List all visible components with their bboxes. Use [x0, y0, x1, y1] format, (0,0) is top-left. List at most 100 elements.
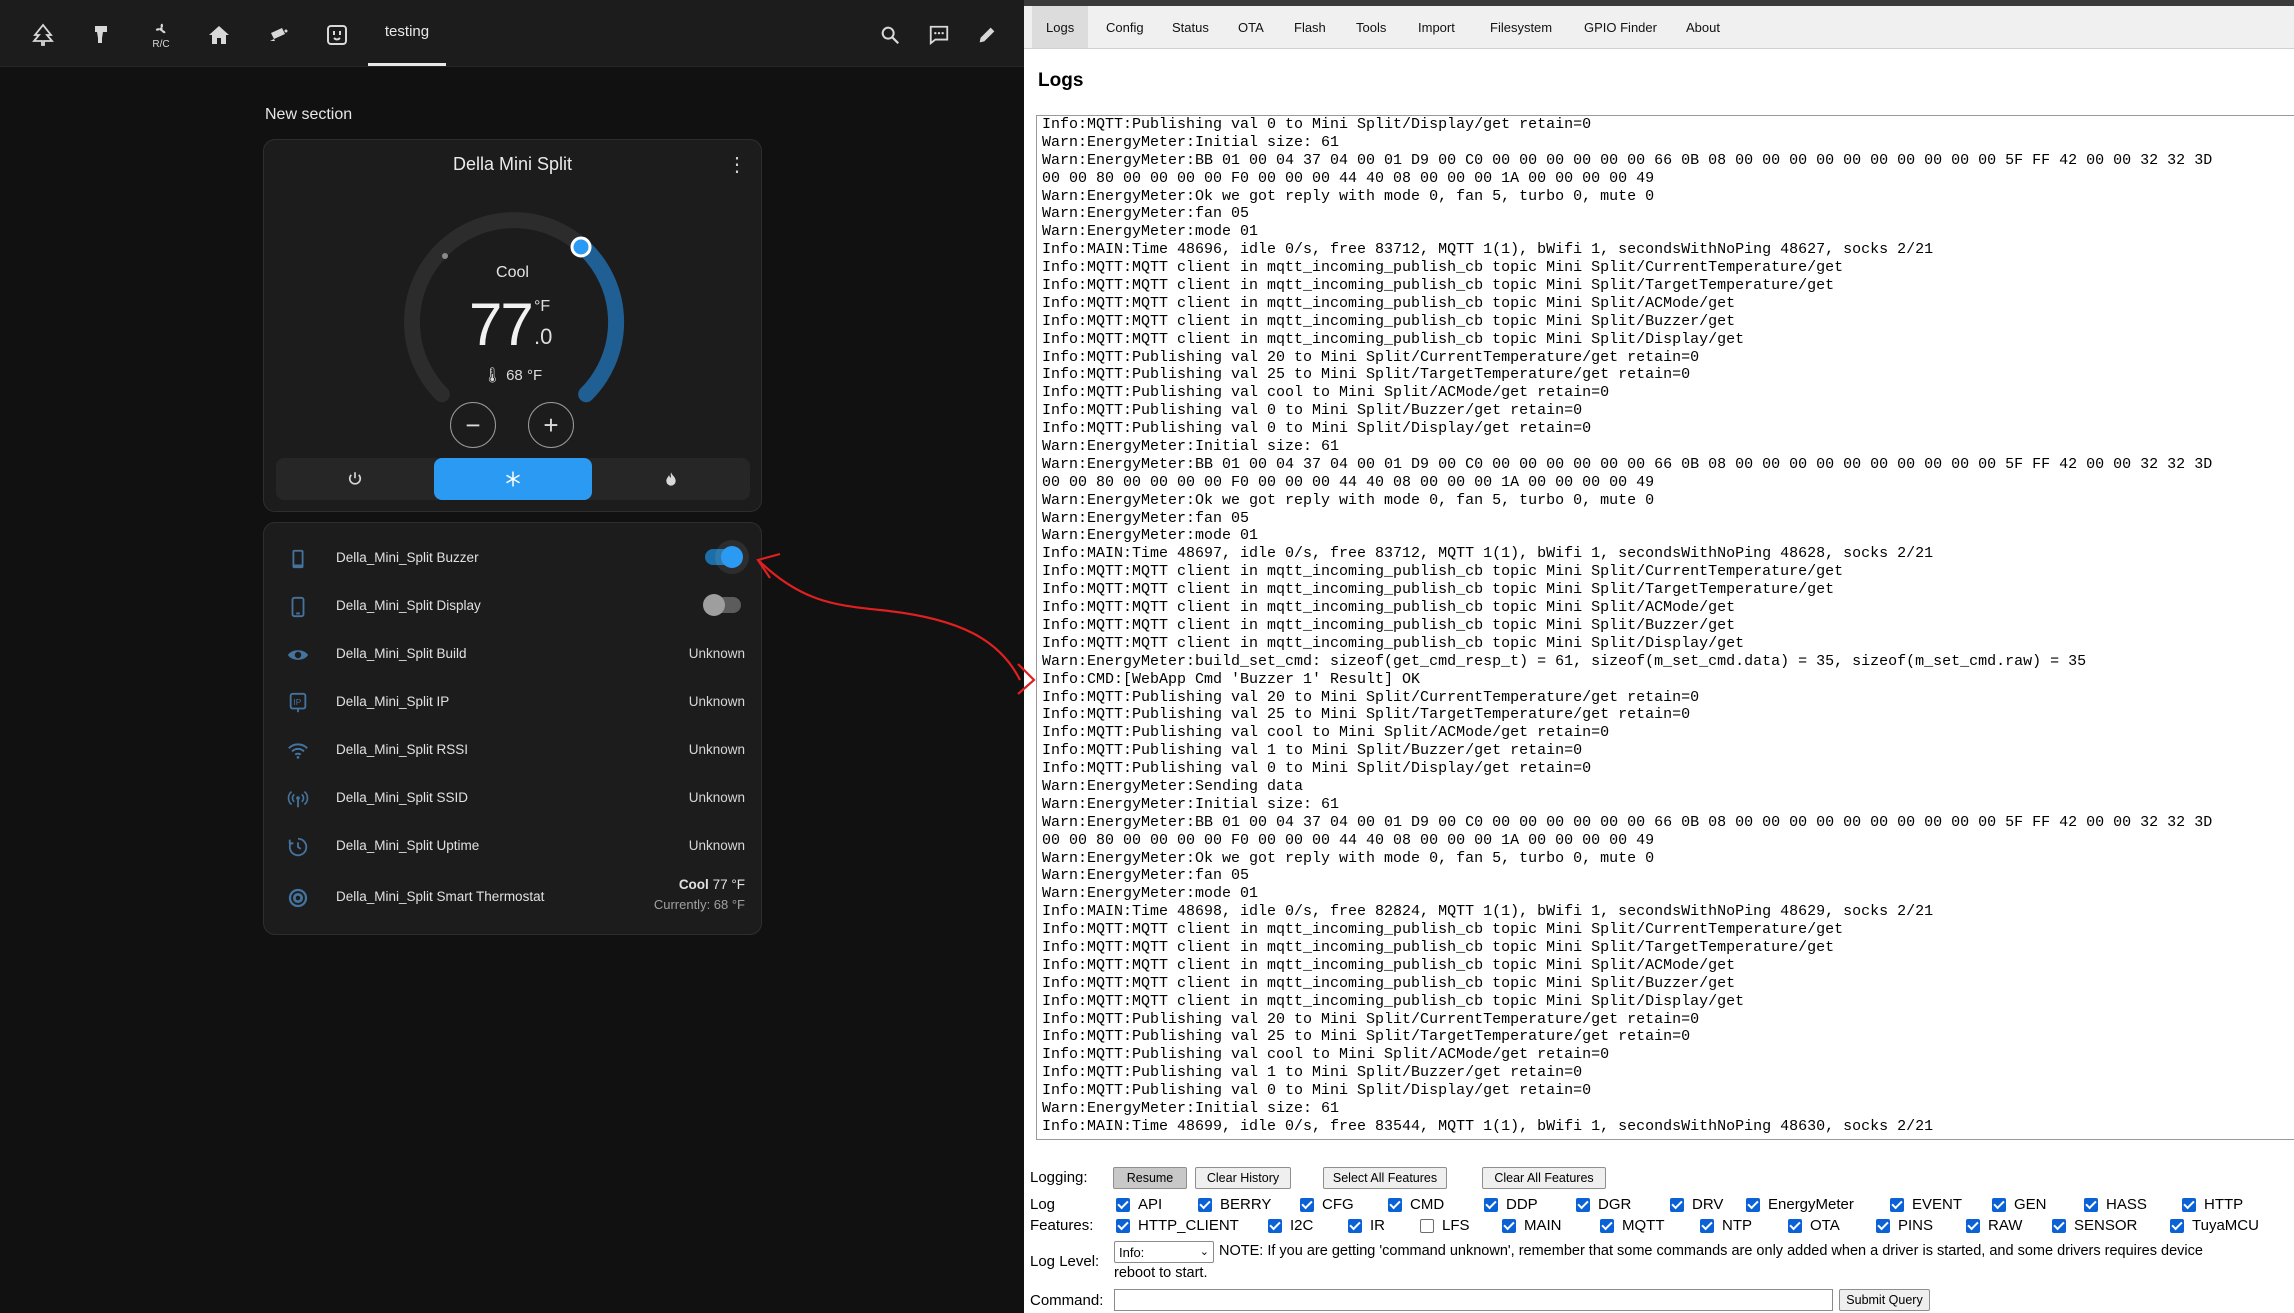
feature-checkbox[interactable]	[1746, 1197, 1760, 1212]
entity-row-display[interactable]: Della_Mini_Split Display	[264, 583, 761, 631]
submit-query-button[interactable]: Submit Query	[1839, 1289, 1930, 1311]
camera-icon[interactable]	[264, 20, 294, 50]
log-line: Info:MQTT:Publishing val 25 to Mini Spli…	[1042, 366, 1691, 384]
feature-ddp[interactable]: DDP	[1484, 1196, 1538, 1213]
log-line: Info:MQTT:Publishing val 20 to Mini Spli…	[1042, 688, 1700, 706]
feature-mqtt[interactable]: MQTT	[1600, 1217, 1665, 1234]
select-all-features-button[interactable]: Select All Features	[1323, 1167, 1447, 1189]
display-toggle[interactable]	[703, 594, 741, 616]
feature-tuyamcu[interactable]: TuyaMCU	[2170, 1217, 2259, 1234]
feature-gen[interactable]: GEN	[1992, 1196, 2047, 1213]
feature-pins[interactable]: PINS	[1876, 1217, 1933, 1234]
tab-filesystem[interactable]: Filesystem	[1476, 6, 1566, 48]
feature-checkbox[interactable]	[1992, 1197, 2006, 1212]
feature-checkbox[interactable]	[1484, 1197, 1498, 1212]
feature-main[interactable]: MAIN	[1502, 1217, 1562, 1234]
feature-checkbox[interactable]	[1300, 1197, 1314, 1212]
edit-pencil-icon[interactable]	[972, 22, 1002, 48]
feature-checkbox[interactable]	[1420, 1218, 1434, 1233]
tab-flash[interactable]: Flash	[1280, 6, 1340, 48]
feature-checkbox[interactable]	[1600, 1218, 1614, 1233]
feature-label: DRV	[1692, 1196, 1724, 1213]
entity-row-rssi[interactable]: Della_Mini_Split RSSI Unknown	[264, 727, 761, 775]
mode-heat-button[interactable]	[592, 458, 750, 500]
feature-drv[interactable]: DRV	[1670, 1196, 1723, 1213]
tab-config[interactable]: Config	[1092, 6, 1158, 48]
feature-cmd[interactable]: CMD	[1388, 1196, 1444, 1213]
command-input[interactable]	[1114, 1289, 1833, 1311]
robot-icon[interactable]	[86, 20, 116, 50]
feature-ir[interactable]: IR	[1348, 1217, 1385, 1234]
log-level-select[interactable]: Info: ⌄	[1114, 1241, 1214, 1263]
more-vert-icon[interactable]: ⋮	[727, 152, 747, 177]
feature-checkbox[interactable]	[1348, 1218, 1362, 1233]
search-icon[interactable]	[875, 22, 905, 48]
assist-chat-icon[interactable]	[924, 22, 954, 48]
outlet-icon[interactable]	[322, 20, 352, 50]
entity-row-buzzer[interactable]: Della_Mini_Split Buzzer	[264, 535, 761, 583]
feature-label: DGR	[1598, 1196, 1632, 1213]
feature-http[interactable]: HTTP	[2182, 1196, 2243, 1213]
resume-button[interactable]: Resume	[1113, 1167, 1187, 1189]
feature-cfg[interactable]: CFG	[1300, 1196, 1354, 1213]
feature-checkbox[interactable]	[1116, 1218, 1130, 1233]
home-icon[interactable]	[204, 20, 234, 50]
tree-icon[interactable]	[28, 20, 58, 50]
entity-row-ssid[interactable]: Della_Mini_Split SSID Unknown	[264, 775, 761, 823]
tab-status[interactable]: Status	[1158, 6, 1223, 48]
feature-checkbox[interactable]	[1502, 1218, 1516, 1233]
decrease-button[interactable]: −	[450, 402, 496, 448]
tab-tools[interactable]: Tools	[1342, 6, 1400, 48]
feature-checkbox[interactable]	[1890, 1197, 1904, 1212]
clear-history-button[interactable]: Clear History	[1195, 1167, 1291, 1189]
feature-raw[interactable]: RAW	[1966, 1217, 2022, 1234]
buzzer-toggle[interactable]	[705, 546, 743, 568]
feature-checkbox[interactable]	[1576, 1197, 1590, 1212]
tab-import[interactable]: Import	[1404, 6, 1469, 48]
feature-checkbox[interactable]	[1670, 1197, 1684, 1212]
feature-checkbox[interactable]	[2052, 1218, 2066, 1233]
entity-row-build[interactable]: Della_Mini_Split Build Unknown	[264, 631, 761, 679]
feature-event[interactable]: EVENT	[1890, 1196, 1962, 1213]
feature-hass[interactable]: HASS	[2084, 1196, 2147, 1213]
feature-i2c[interactable]: I2C	[1268, 1217, 1313, 1234]
feature-checkbox[interactable]	[2182, 1197, 2196, 1212]
feature-ota[interactable]: OTA	[1788, 1217, 1840, 1234]
log-output[interactable]: Info:MQTT:Publishing val 0 to Mini Split…	[1036, 115, 2294, 1140]
mode-off-button[interactable]	[276, 458, 434, 500]
entity-row-uptime[interactable]: Della_Mini_Split Uptime Unknown	[264, 823, 761, 871]
fan-ac-icon[interactable]: R/C	[146, 20, 176, 50]
feature-http-client[interactable]: HTTP_CLIENT	[1116, 1217, 1239, 1234]
feature-ntp[interactable]: NTP	[1700, 1217, 1752, 1234]
feature-checkbox[interactable]	[1788, 1218, 1802, 1233]
tab-about[interactable]: About	[1672, 6, 1734, 48]
feature-energymeter[interactable]: EnergyMeter	[1746, 1196, 1854, 1213]
entity-row-ip[interactable]: IP Della_Mini_Split IP Unknown	[264, 679, 761, 727]
feature-checkbox[interactable]	[1876, 1218, 1890, 1233]
tab-gpio-finder[interactable]: GPIO Finder	[1570, 6, 1671, 48]
device-web-app: Logs Config Status OTA Flash Tools Impor…	[1024, 0, 2294, 1313]
cellphone-icon	[286, 547, 310, 571]
feature-dgr[interactable]: DGR	[1576, 1196, 1631, 1213]
mode-cool-button[interactable]	[434, 458, 592, 500]
feature-checkbox[interactable]	[1966, 1218, 1980, 1233]
feature-api[interactable]: API	[1116, 1196, 1162, 1213]
dial-handle[interactable]	[570, 236, 592, 258]
feature-sensor[interactable]: SENSOR	[2052, 1217, 2137, 1234]
clear-all-features-button[interactable]: Clear All Features	[1482, 1167, 1606, 1189]
increase-button[interactable]: +	[528, 402, 574, 448]
feature-checkbox[interactable]	[1198, 1197, 1212, 1212]
feature-checkbox[interactable]	[1268, 1218, 1282, 1233]
feature-checkbox[interactable]	[1116, 1197, 1130, 1212]
feature-checkbox[interactable]	[1700, 1218, 1714, 1233]
feature-checkbox[interactable]	[2084, 1197, 2098, 1212]
entity-name: Della_Mini_Split Buzzer	[336, 550, 479, 565]
feature-checkbox[interactable]	[2170, 1218, 2184, 1233]
feature-berry[interactable]: BERRY	[1198, 1196, 1271, 1213]
tab-testing[interactable]: testing	[368, 0, 446, 66]
feature-lfs[interactable]: LFS	[1420, 1217, 1470, 1234]
entity-row-smart-thermostat[interactable]: Della_Mini_Split Smart Thermostat Cool 7…	[264, 871, 761, 925]
feature-checkbox[interactable]	[1388, 1197, 1402, 1212]
tab-ota[interactable]: OTA	[1224, 6, 1278, 48]
tab-logs[interactable]: Logs	[1032, 6, 1089, 48]
